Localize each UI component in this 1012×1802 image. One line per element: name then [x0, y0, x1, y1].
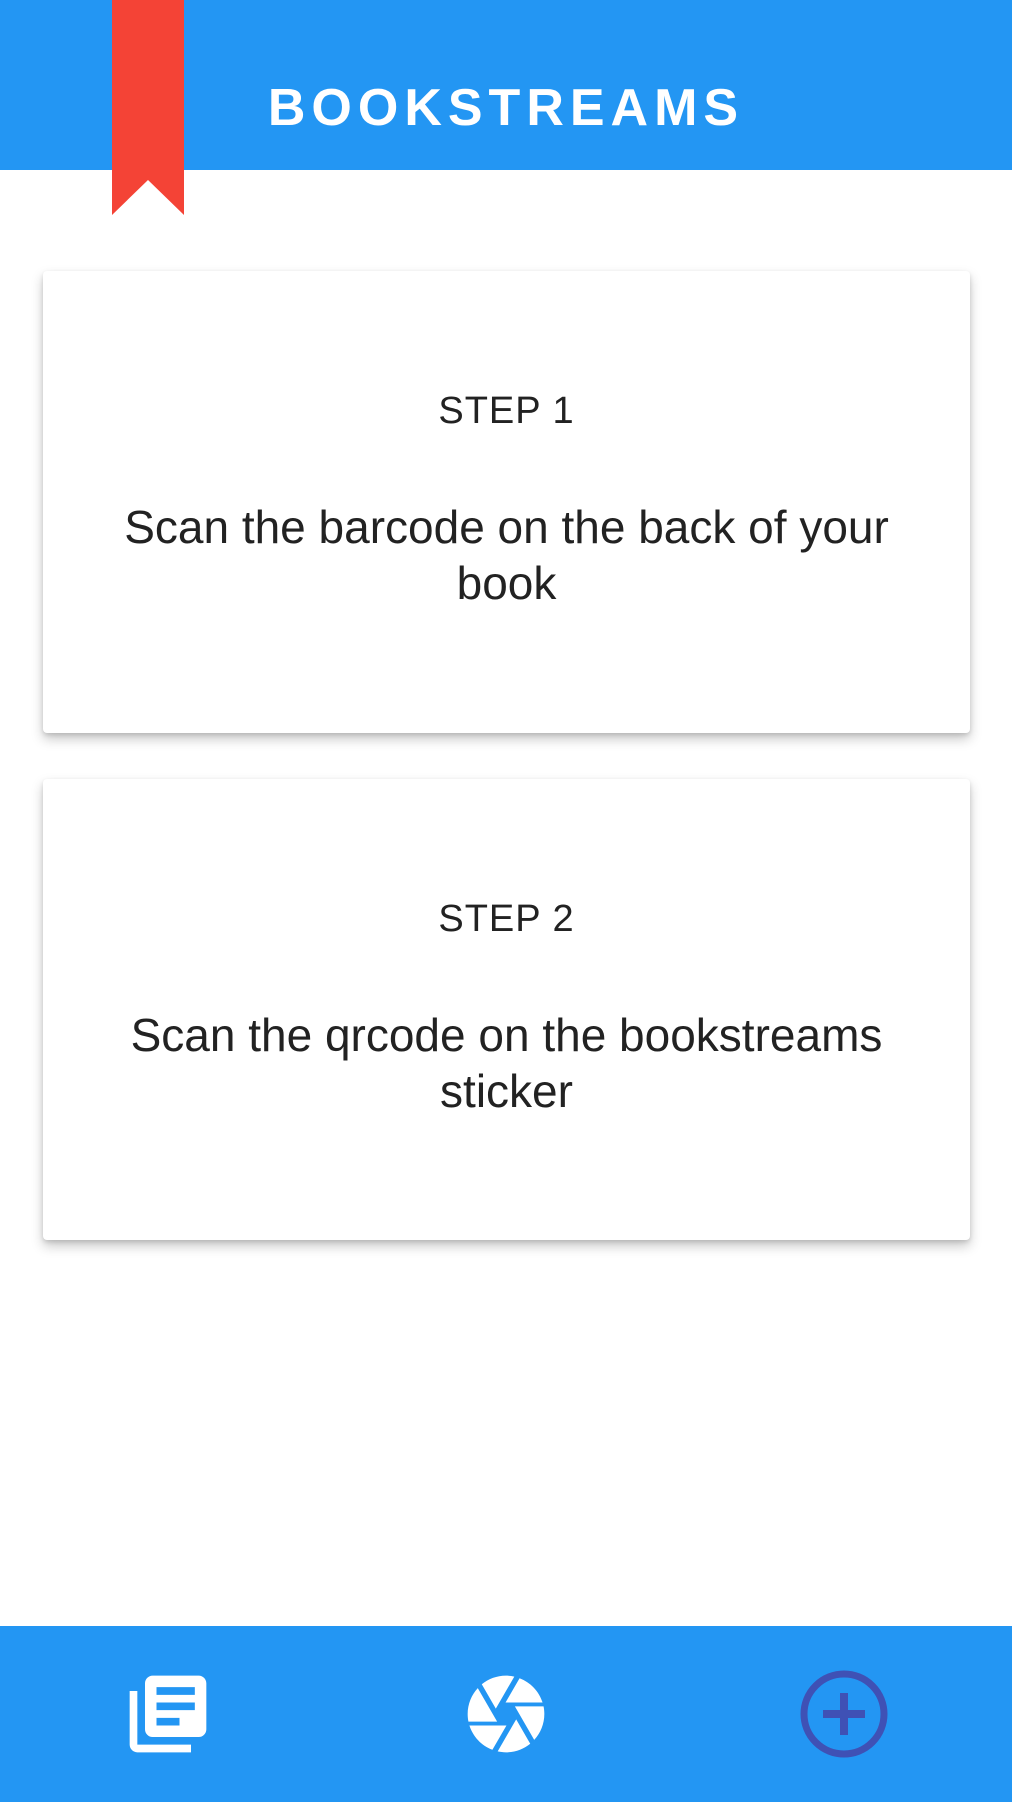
- bottom-navigation: [0, 1626, 1012, 1802]
- add-nav-button[interactable]: [794, 1664, 894, 1764]
- step-label: STEP 2: [438, 898, 575, 940]
- step-label: STEP 1: [438, 390, 575, 432]
- add-circle-icon: [800, 1670, 888, 1758]
- step-card-1[interactable]: STEP 1 Scan the barcode on the back of y…: [43, 271, 970, 733]
- bookmark-icon: [112, 0, 184, 215]
- step-instruction: Scan the qrcode on the bookstreams stick…: [130, 1009, 883, 1117]
- app-screen: BOOKSTREAMS STEP 1 Scan the barcode on t…: [0, 0, 1012, 1802]
- library-nav-button[interactable]: [118, 1664, 218, 1764]
- camera-shutter-icon: [467, 1675, 545, 1753]
- library-books-icon: [129, 1675, 207, 1753]
- step-instruction: Scan the barcode on the back of your boo…: [124, 501, 889, 609]
- step-card-2[interactable]: STEP 2 Scan the qrcode on the bookstream…: [43, 779, 970, 1240]
- scan-nav-button[interactable]: [456, 1664, 556, 1764]
